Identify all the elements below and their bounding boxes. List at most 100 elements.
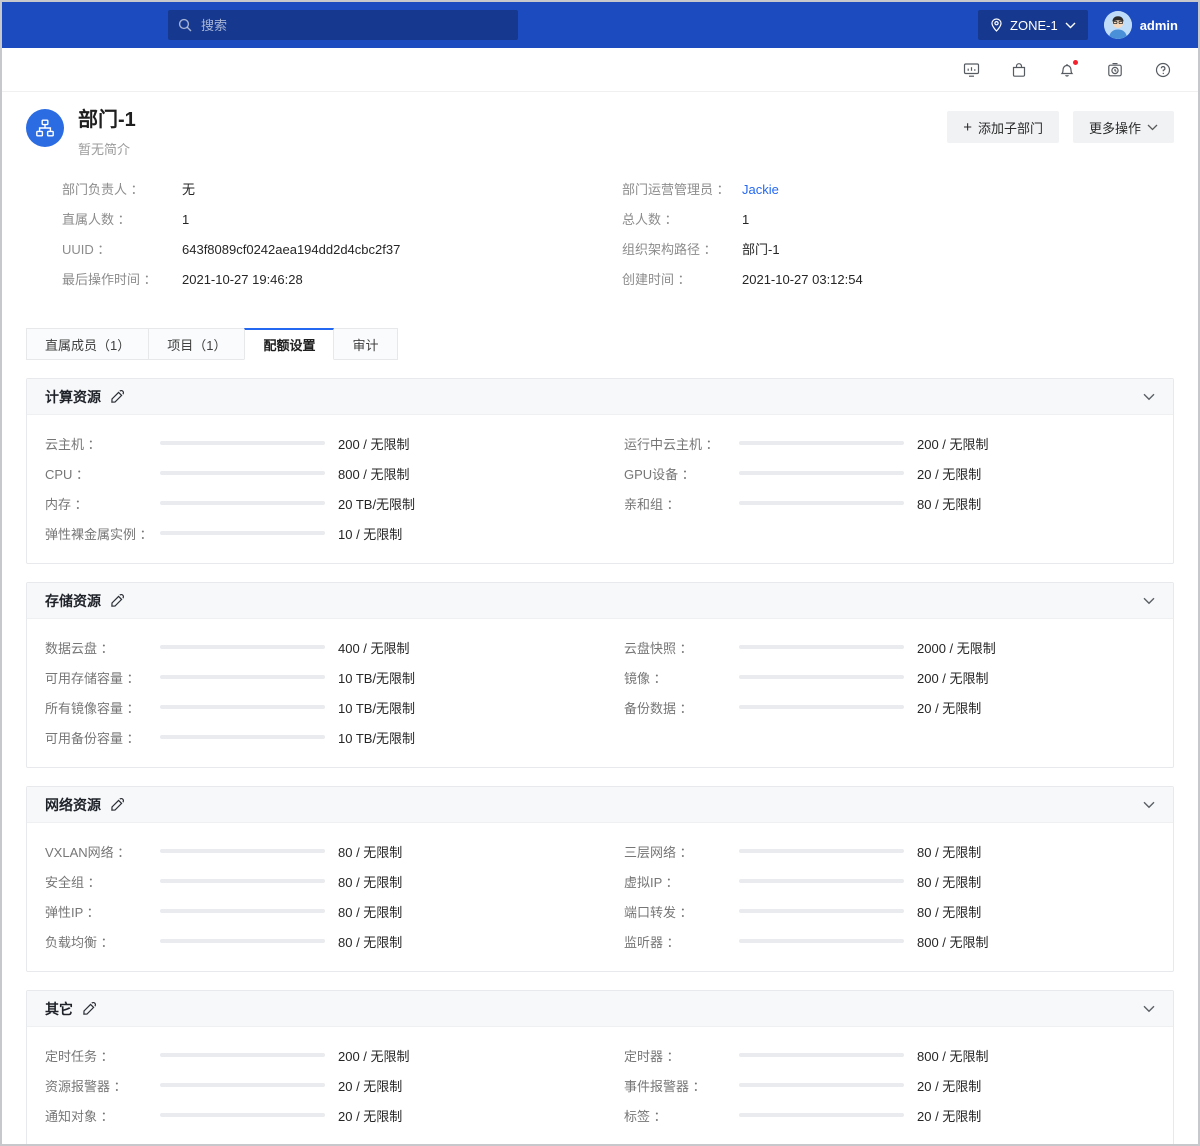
- edit-pencil-icon[interactable]: [82, 1002, 96, 1016]
- section-title: 其它: [45, 999, 73, 1019]
- quota-row: CPU ： 800 / 无限制: [45, 458, 576, 488]
- search-input[interactable]: [199, 17, 508, 34]
- section-header: 网络资源: [27, 787, 1173, 823]
- info-row: 最后操作时间 ： 2021-10-27 19:46:28: [62, 272, 622, 288]
- tab-label: 配额设置: [263, 335, 315, 354]
- info-label: 直属人数 ：: [62, 212, 182, 228]
- section-title: 网络资源: [45, 795, 101, 815]
- global-search[interactable]: [168, 10, 518, 40]
- quota-value: 10 TB/无限制: [338, 668, 415, 687]
- info-value: 无: [182, 182, 195, 198]
- tab-quota[interactable]: 配额设置: [244, 328, 334, 360]
- collapse-chevron-icon[interactable]: [1143, 597, 1155, 605]
- quota-row: 安全组 ： 80 / 无限制: [45, 866, 576, 896]
- location-pin-icon: [990, 18, 1003, 32]
- quota-row: VXLAN网络 ： 80 / 无限制: [45, 836, 576, 866]
- collapse-chevron-icon[interactable]: [1143, 801, 1155, 809]
- console-monitor-icon[interactable]: [962, 61, 980, 79]
- tab-projects[interactable]: 项目（1）: [148, 328, 245, 360]
- tab-label: 项目（1）: [167, 335, 226, 354]
- info-row: 总人数 ： 1: [622, 212, 1174, 228]
- edit-pencil-icon[interactable]: [110, 594, 124, 608]
- quota-value: 10 / 无限制: [338, 524, 402, 543]
- info-value: 部门-1: [742, 242, 780, 258]
- resource-package-icon[interactable]: [1010, 61, 1028, 79]
- notification-bell-icon[interactable]: [1058, 61, 1076, 79]
- info-row: 创建时间 ： 2021-10-27 03:12:54: [622, 272, 1174, 288]
- user-menu[interactable]: admin: [1104, 11, 1184, 39]
- quota-row: 云盘快照 ： 2000 / 无限制: [624, 632, 1155, 662]
- operation-history-icon[interactable]: [1106, 61, 1124, 79]
- quota-col-right: 三层网络 ： 80 / 无限制 虚拟IP ： 80 / 无限制 端口转发 ： 8…: [624, 836, 1155, 956]
- quota-col-left: 云主机 ： 200 / 无限制 CPU ： 800 / 无限制 内存 ： 20 …: [45, 428, 576, 548]
- quota-value: 800 / 无限制: [917, 1046, 989, 1065]
- quota-col-right: 运行中云主机 ： 200 / 无限制 GPU设备 ： 20 / 无限制 亲和组 …: [624, 428, 1155, 548]
- quota-row: 标签 ： 20 / 无限制: [624, 1100, 1155, 1130]
- quota-value: 800 / 无限制: [917, 932, 989, 951]
- quota-progress-bar: [739, 1053, 904, 1057]
- edit-pencil-icon[interactable]: [110, 390, 124, 404]
- quota-value: 800 / 无限制: [338, 464, 410, 483]
- quota-col-right: 云盘快照 ： 2000 / 无限制 镜像 ： 200 / 无限制 备份数据 ： …: [624, 632, 1155, 752]
- quota-label: 定时器 ：: [624, 1046, 739, 1065]
- quota-value: 400 / 无限制: [338, 638, 410, 657]
- quota-value: 20 / 无限制: [338, 1076, 402, 1095]
- quota-label: CPU ：: [45, 464, 160, 483]
- quota-label: 亲和组 ：: [624, 494, 739, 513]
- quota-progress-bar: [160, 1113, 325, 1117]
- quota-row: 云主机 ： 200 / 无限制: [45, 428, 576, 458]
- quota-value: 80 / 无限制: [338, 932, 402, 951]
- section-title: 计算资源: [45, 387, 101, 407]
- quota-label: 定时任务 ：: [45, 1046, 160, 1065]
- quota-row: 弹性IP ： 80 / 无限制: [45, 896, 576, 926]
- collapse-chevron-icon[interactable]: [1143, 1005, 1155, 1013]
- plus-icon: +: [963, 120, 972, 135]
- quota-row: 虚拟IP ： 80 / 无限制: [624, 866, 1155, 896]
- quota-row: 可用存储容量 ： 10 TB/无限制: [45, 662, 576, 692]
- quota-progress-bar: [739, 879, 904, 883]
- info-value: 1: [182, 212, 189, 228]
- quota-value: 20 TB/无限制: [338, 494, 415, 513]
- quota-label: 内存 ：: [45, 494, 160, 513]
- section-body: VXLAN网络 ： 80 / 无限制 安全组 ： 80 / 无限制 弹性IP ：…: [27, 823, 1173, 971]
- quota-label: 资源报警器 ：: [45, 1076, 160, 1095]
- quota-row: 监听器 ： 800 / 无限制: [624, 926, 1155, 956]
- chevron-down-icon: [1147, 124, 1158, 131]
- more-actions-button[interactable]: 更多操作: [1073, 111, 1174, 143]
- quota-label: 可用备份容量 ：: [45, 728, 160, 747]
- quota-value: 10 TB/无限制: [338, 698, 415, 717]
- department-info: 部门负责人 ： 无 直属人数 ： 1 UUID ： 643f8089cf0242…: [62, 182, 1174, 302]
- quota-progress-bar: [739, 909, 904, 913]
- quota-value: 200 / 无限制: [917, 434, 989, 453]
- add-sub-department-button[interactable]: + 添加子部门: [947, 111, 1059, 143]
- quota-progress-bar: [160, 675, 325, 679]
- help-icon[interactable]: [1154, 61, 1172, 79]
- quota-value: 2000 / 无限制: [917, 638, 996, 657]
- info-label: 最后操作时间 ：: [62, 272, 182, 288]
- quota-progress-bar: [160, 645, 325, 649]
- info-value-link[interactable]: Jackie: [742, 182, 779, 198]
- quota-row: 内存 ： 20 TB/无限制: [45, 488, 576, 518]
- quota-label: 镜像 ：: [624, 668, 739, 687]
- page-subtitle: 暂无简介: [78, 139, 136, 158]
- info-value: 2021-10-27 03:12:54: [742, 272, 863, 288]
- quota-row: 备份数据 ： 20 / 无限制: [624, 692, 1155, 722]
- section-compute: 计算资源 云主机 ： 200 / 无限制 CPU ： 800 / 无限制 内存 …: [26, 378, 1174, 564]
- quota-value: 20 / 无限制: [917, 464, 981, 483]
- quota-label: 虚拟IP ：: [624, 872, 739, 891]
- quota-row: 所有镜像容量 ： 10 TB/无限制: [45, 692, 576, 722]
- quota-label: 弹性裸金属实例 ：: [45, 524, 160, 543]
- collapse-chevron-icon[interactable]: [1143, 393, 1155, 401]
- zone-selector[interactable]: ZONE-1: [978, 10, 1088, 40]
- quota-label: 云盘快照 ：: [624, 638, 739, 657]
- quota-value: 80 / 无限制: [917, 842, 981, 861]
- quota-row: 亲和组 ： 80 / 无限制: [624, 488, 1155, 518]
- quota-label: 运行中云主机 ：: [624, 434, 739, 453]
- tab-members[interactable]: 直属成员（1）: [26, 328, 149, 360]
- quota-label: 所有镜像容量 ：: [45, 698, 160, 717]
- tab-audit[interactable]: 审计: [333, 328, 397, 360]
- info-label: 创建时间 ：: [622, 272, 742, 288]
- edit-pencil-icon[interactable]: [110, 798, 124, 812]
- department-header: 部门-1 暂无简介 + 添加子部门 更多操作 部门负责人 ： 无 直属人数 ： …: [2, 92, 1198, 302]
- info-row: 部门负责人 ： 无: [62, 182, 622, 198]
